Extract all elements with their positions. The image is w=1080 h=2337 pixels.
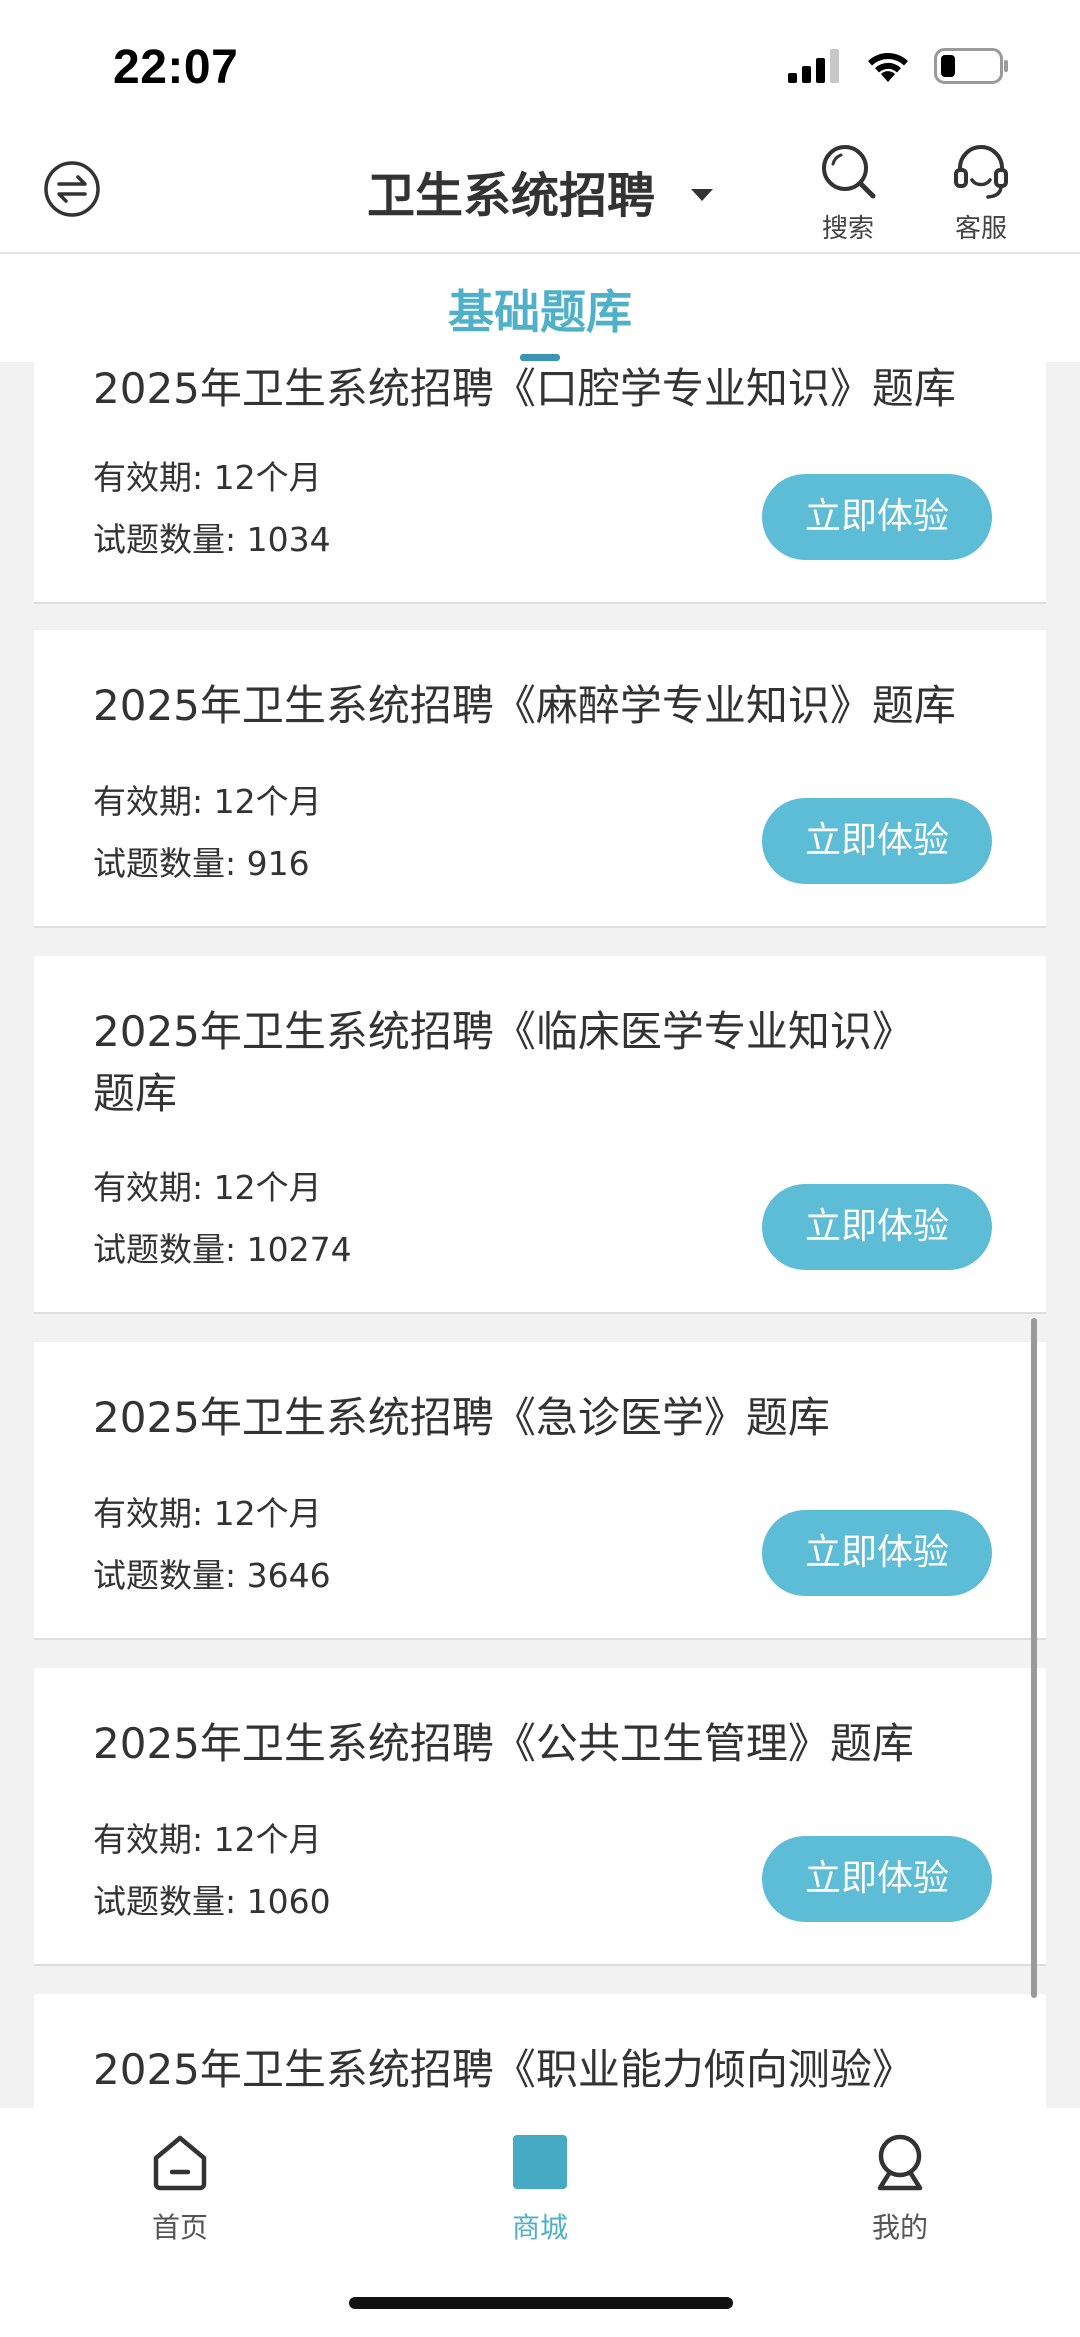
customer-service-label: 客服 — [954, 214, 1007, 244]
status-icons — [788, 48, 1010, 84]
validity-value: 12个月 — [213, 1494, 322, 1533]
card-validity: 有效期: 12个月 — [93, 1492, 322, 1536]
page-title: 卫生系统招聘 — [366, 168, 655, 224]
section-header: 基础题库 — [0, 254, 1080, 362]
status-time: 22:07 — [113, 41, 239, 94]
home-indicator[interactable] — [349, 2297, 733, 2309]
card-title: 2025年卫生系统招聘《职业能力倾向测验》题库 — [93, 2045, 914, 2110]
card-validity: 有效期: 12个月 — [93, 456, 322, 500]
try-now-button[interactable]: 立即体验 — [762, 798, 992, 884]
shop-icon — [513, 2135, 567, 2189]
wifi-icon — [868, 53, 908, 82]
card-title: 2025年卫生系统招聘《急诊医学》题库 — [93, 1393, 830, 1442]
try-now-button[interactable]: 立即体验 — [762, 1836, 992, 1922]
nav-shop[interactable]: 商城 — [460, 2130, 620, 2246]
validity-label: 有效期: — [93, 1820, 214, 1859]
card-validity: 有效期: 12个月 — [93, 1166, 322, 1210]
search-button[interactable]: 搜索 — [798, 140, 898, 245]
scroll-top-marker — [520, 354, 560, 361]
validity-label: 有效期: — [93, 782, 214, 821]
validity-label: 有效期: — [93, 1168, 214, 1207]
card-question-count: 试题数量: 10274 — [93, 1228, 352, 1272]
count-label: 试题数量: — [93, 520, 247, 559]
card-question-count: 试题数量: 1060 — [93, 1880, 331, 1924]
search-icon — [822, 145, 876, 199]
count-value: 1060 — [246, 1882, 331, 1921]
count-label: 试题数量: — [93, 1882, 247, 1921]
nav-mine-label: 我的 — [871, 2211, 928, 2244]
count-value: 10274 — [246, 1230, 352, 1269]
question-bank-list[interactable]: 2025年卫生系统招聘《口腔学专业知识》题库 有效期: 12个月 试题数量: 1… — [0, 362, 1080, 2110]
try-now-button[interactable]: 立即体验 — [762, 1184, 992, 1270]
user-icon — [877, 2134, 923, 2191]
question-bank-card[interactable]: 2025年卫生系统招聘《口腔学专业知识》题库 有效期: 12个月 试题数量: 1… — [34, 362, 1046, 604]
question-bank-card[interactable]: 2025年卫生系统招聘《临床医学专业知识》题库 有效期: 12个月 试题数量: … — [34, 956, 1046, 1314]
count-label: 试题数量: — [93, 844, 247, 883]
count-value: 3646 — [246, 1556, 331, 1595]
try-now-button[interactable]: 立即体验 — [762, 1510, 992, 1596]
validity-label: 有效期: — [93, 458, 214, 497]
search-label: 搜索 — [821, 214, 874, 244]
validity-label: 有效期: — [93, 1494, 214, 1533]
count-value: 916 — [246, 844, 310, 883]
question-bank-card[interactable]: 2025年卫生系统招聘《职业能力倾向测验》题库 — [34, 1994, 1046, 2110]
card-title: 2025年卫生系统招聘《口腔学专业知识》题库 — [93, 364, 956, 413]
exam-category-selector[interactable]: 卫生系统招聘 — [0, 156, 1080, 226]
home-icon — [153, 2135, 207, 2191]
status-bar: 22:07 — [0, 0, 1080, 130]
try-now-button[interactable]: 立即体验 — [762, 474, 992, 560]
count-label: 试题数量: — [93, 1556, 247, 1595]
card-question-count: 试题数量: 1034 — [93, 518, 331, 562]
validity-value: 12个月 — [213, 458, 322, 497]
nav-mine[interactable]: 我的 — [820, 2130, 980, 2246]
question-bank-card[interactable]: 2025年卫生系统招聘《急诊医学》题库 有效期: 12个月 试题数量: 3646… — [34, 1342, 1046, 1640]
count-label: 试题数量: — [93, 1230, 247, 1269]
card-title: 2025年卫生系统招聘《公共卫生管理》题库 — [93, 1719, 914, 1768]
card-title: 2025年卫生系统招聘《临床医学专业知识》题库 — [93, 1007, 914, 1118]
count-value: 1034 — [246, 520, 331, 559]
scrollbar[interactable] — [1031, 1318, 1037, 1998]
nav-shop-label: 商城 — [511, 2211, 568, 2244]
nav-home[interactable]: 首页 — [100, 2130, 260, 2246]
question-bank-card[interactable]: 2025年卫生系统招聘《麻醉学专业知识》题库 有效期: 12个月 试题数量: 9… — [34, 630, 1046, 928]
validity-value: 12个月 — [213, 1168, 322, 1207]
card-question-count: 试题数量: 3646 — [93, 1554, 331, 1598]
question-bank-card[interactable]: 2025年卫生系统招聘《公共卫生管理》题库 有效期: 12个月 试题数量: 10… — [34, 1668, 1046, 1966]
card-validity: 有效期: 12个月 — [93, 780, 322, 824]
card-question-count: 试题数量: 916 — [93, 842, 310, 886]
card-title: 2025年卫生系统招聘《麻醉学专业知识》题库 — [93, 681, 956, 730]
section-title: 基础题库 — [448, 285, 632, 339]
validity-value: 12个月 — [213, 1820, 322, 1859]
battery-icon — [934, 48, 1008, 84]
chevron-down-icon — [691, 189, 713, 201]
validity-value: 12个月 — [213, 782, 322, 821]
headset-icon — [954, 145, 1008, 199]
customer-service-button[interactable]: 客服 — [931, 140, 1031, 245]
app-header: 卫生系统招聘 搜索 客服 — [0, 130, 1080, 254]
cellular-signal-icon — [788, 49, 839, 83]
card-validity: 有效期: 12个月 — [93, 1818, 322, 1862]
nav-home-label: 首页 — [151, 2211, 208, 2244]
